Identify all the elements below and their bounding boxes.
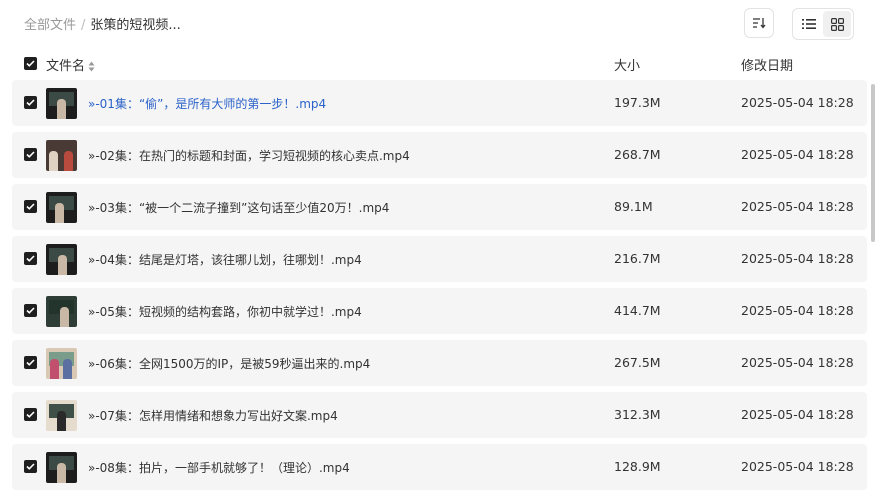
file-size: 128.9M xyxy=(614,459,661,474)
video-thumbnail xyxy=(46,400,77,431)
breadcrumb-current: 张策的短视频... xyxy=(90,18,181,33)
file-name[interactable]: »-08集：拍片，一部手机就够了！（理论）.mp4 xyxy=(88,459,350,476)
top-bar: 全部文件 / 张策的短视频... xyxy=(0,0,878,48)
file-name[interactable]: »-03集：“被一个二流子撞到”这句话至少值20万！.mp4 xyxy=(88,199,389,216)
file-size: 312.3M xyxy=(614,407,661,422)
check-icon xyxy=(26,203,35,210)
check-icon xyxy=(26,151,35,158)
column-header: 文件名 大小 修改日期 xyxy=(0,52,878,76)
breadcrumb-separator: / xyxy=(81,18,86,33)
file-name[interactable]: »-02集：在热门的标题和封面，学习短视频的核心卖点.mp4 xyxy=(88,147,410,164)
file-name[interactable]: »-06集：全网1500万的IP，是被59秒逼出来的.mp4 xyxy=(88,355,370,372)
check-icon xyxy=(26,359,35,366)
column-name-label: 文件名 xyxy=(46,59,86,74)
file-row[interactable]: »-04集：结尾是灯塔，该往哪儿划，往哪划！.mp4 216.7M 2025-0… xyxy=(12,236,867,282)
list-view-button[interactable] xyxy=(795,11,823,37)
video-thumbnail xyxy=(46,192,77,223)
file-date: 2025-05-04 18:28 xyxy=(741,147,854,162)
file-row[interactable]: »-02集：在热门的标题和封面，学习短视频的核心卖点.mp4 268.7M 20… xyxy=(12,132,867,178)
column-date-header[interactable]: 修改日期 xyxy=(741,55,793,74)
file-row[interactable]: »-03集：“被一个二流子撞到”这句话至少值20万！.mp4 89.1M 202… xyxy=(12,184,867,230)
grid-view-button[interactable] xyxy=(823,11,851,37)
row-checkbox[interactable] xyxy=(24,200,37,213)
file-size: 267.5M xyxy=(614,355,661,370)
file-date: 2025-05-04 18:28 xyxy=(741,251,854,266)
row-checkbox[interactable] xyxy=(24,460,37,473)
file-size: 268.7M xyxy=(614,147,661,162)
row-checkbox[interactable] xyxy=(24,408,37,421)
video-thumbnail xyxy=(46,348,77,379)
check-icon xyxy=(26,307,35,314)
file-name[interactable]: »-05集：短视频的结构套路，你初中就学过！.mp4 xyxy=(88,303,362,320)
check-icon xyxy=(26,60,35,67)
row-checkbox[interactable] xyxy=(24,148,37,161)
file-date: 2025-05-04 18:28 xyxy=(741,199,854,214)
breadcrumb: 全部文件 / 张策的短视频... xyxy=(24,14,181,33)
file-date: 2025-05-04 18:28 xyxy=(741,407,854,422)
file-row[interactable]: »-05集：短视频的结构套路，你初中就学过！.mp4 414.7M 2025-0… xyxy=(12,288,867,334)
sort-order-icon xyxy=(753,18,766,29)
file-date: 2025-05-04 18:28 xyxy=(741,95,854,110)
file-size: 414.7M xyxy=(614,303,661,318)
sort-button[interactable] xyxy=(744,8,774,38)
check-icon xyxy=(26,255,35,262)
row-checkbox[interactable] xyxy=(24,356,37,369)
list-icon xyxy=(802,19,816,29)
row-checkbox[interactable] xyxy=(24,304,37,317)
file-name[interactable]: »-07集：怎样用情绪和想象力写出好文案.mp4 xyxy=(88,407,338,424)
check-icon xyxy=(26,463,35,470)
file-size: 216.7M xyxy=(614,251,661,266)
file-name[interactable]: »-04集：结尾是灯塔，该往哪儿划，往哪划！.mp4 xyxy=(88,251,362,268)
file-row[interactable]: »-07集：怎样用情绪和想象力写出好文案.mp4 312.3M 2025-05-… xyxy=(12,392,867,438)
file-date: 2025-05-04 18:28 xyxy=(741,355,854,370)
file-row[interactable]: »-06集：全网1500万的IP，是被59秒逼出来的.mp4 267.5M 20… xyxy=(12,340,867,386)
select-all-checkbox[interactable] xyxy=(24,57,37,70)
row-checkbox[interactable] xyxy=(24,96,37,109)
file-date: 2025-05-04 18:28 xyxy=(741,459,854,474)
column-name-header[interactable]: 文件名 xyxy=(46,55,95,74)
file-size: 197.3M xyxy=(614,95,661,110)
video-thumbnail xyxy=(46,452,77,483)
check-icon xyxy=(26,411,35,418)
video-thumbnail xyxy=(46,244,77,275)
file-row[interactable]: »-01集：“偷”，是所有大师的第一步！.mp4 197.3M 2025-05-… xyxy=(12,80,867,126)
row-checkbox[interactable] xyxy=(24,252,37,265)
breadcrumb-root[interactable]: 全部文件 xyxy=(24,18,76,33)
file-row[interactable]: »-08集：拍片，一部手机就够了！（理论）.mp4 128.9M 2025-05… xyxy=(12,444,867,490)
file-date: 2025-05-04 18:28 xyxy=(741,303,854,318)
view-toggle xyxy=(792,8,854,40)
column-size-header[interactable]: 大小 xyxy=(614,55,640,74)
video-thumbnail xyxy=(46,88,77,119)
check-icon xyxy=(26,99,35,106)
grid-icon xyxy=(830,17,844,31)
video-thumbnail xyxy=(46,296,77,327)
video-thumbnail xyxy=(46,140,77,171)
scrollbar[interactable] xyxy=(871,84,875,242)
sort-caret-icon xyxy=(88,61,95,72)
file-name-link[interactable]: »-01集：“偷”，是所有大师的第一步！.mp4 xyxy=(88,95,326,112)
file-size: 89.1M xyxy=(614,199,653,214)
